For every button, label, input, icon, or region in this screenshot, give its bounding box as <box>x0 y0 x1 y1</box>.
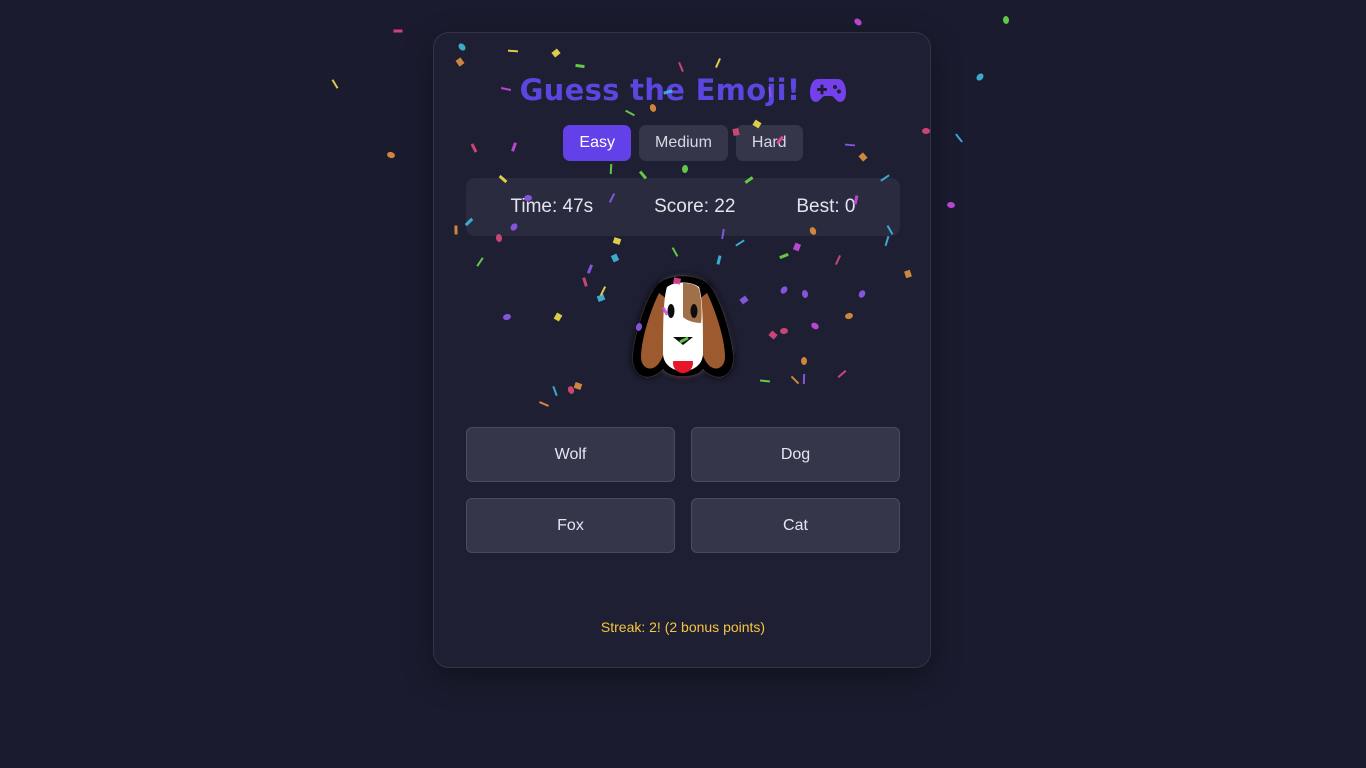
game-title: Guess the Emoji! <box>434 73 932 107</box>
dog-face-icon <box>632 275 734 378</box>
best-score-display: Best: 0 <box>796 196 856 217</box>
confetti-piece <box>976 73 984 81</box>
game-controller-icon <box>810 79 847 102</box>
score-display: Score: 22 <box>654 196 736 217</box>
timer-display: Time: 47s <box>510 196 594 217</box>
answer-grid: Wolf Dog Fox Cat <box>466 427 900 553</box>
stats-bar: Time: 47s Score: 22 Best: 0 <box>466 178 900 236</box>
confetti-piece <box>393 29 403 33</box>
confetti-piece <box>1002 16 1010 24</box>
game-title-text: Guess the Emoji! <box>519 73 801 107</box>
confetti-piece <box>955 133 963 143</box>
confetti-piece <box>387 151 395 159</box>
confetti-piece <box>947 201 955 209</box>
difficulty-medium-button[interactable]: Medium <box>638 125 728 161</box>
game-screen: Guess the Emoji! Easy Medium Hard Time: … <box>0 0 1366 768</box>
streak-message: Streak: 2! (2 bonus points) <box>600 619 766 635</box>
game-card: Guess the Emoji! Easy Medium Hard Time: … <box>433 32 931 668</box>
answer-option-button[interactable]: Dog <box>691 427 900 482</box>
answer-option-button[interactable]: Wolf <box>466 427 675 482</box>
difficulty-selector: Easy Medium Hard <box>434 125 932 161</box>
answer-option-button[interactable]: Fox <box>466 498 675 553</box>
difficulty-easy-button[interactable]: Easy <box>563 125 631 161</box>
confetti-piece <box>854 18 862 26</box>
difficulty-hard-button[interactable]: Hard <box>735 125 803 161</box>
confetti-piece <box>331 79 339 89</box>
answer-option-button[interactable]: Cat <box>691 498 900 553</box>
dog-face-emoji <box>623 269 743 389</box>
